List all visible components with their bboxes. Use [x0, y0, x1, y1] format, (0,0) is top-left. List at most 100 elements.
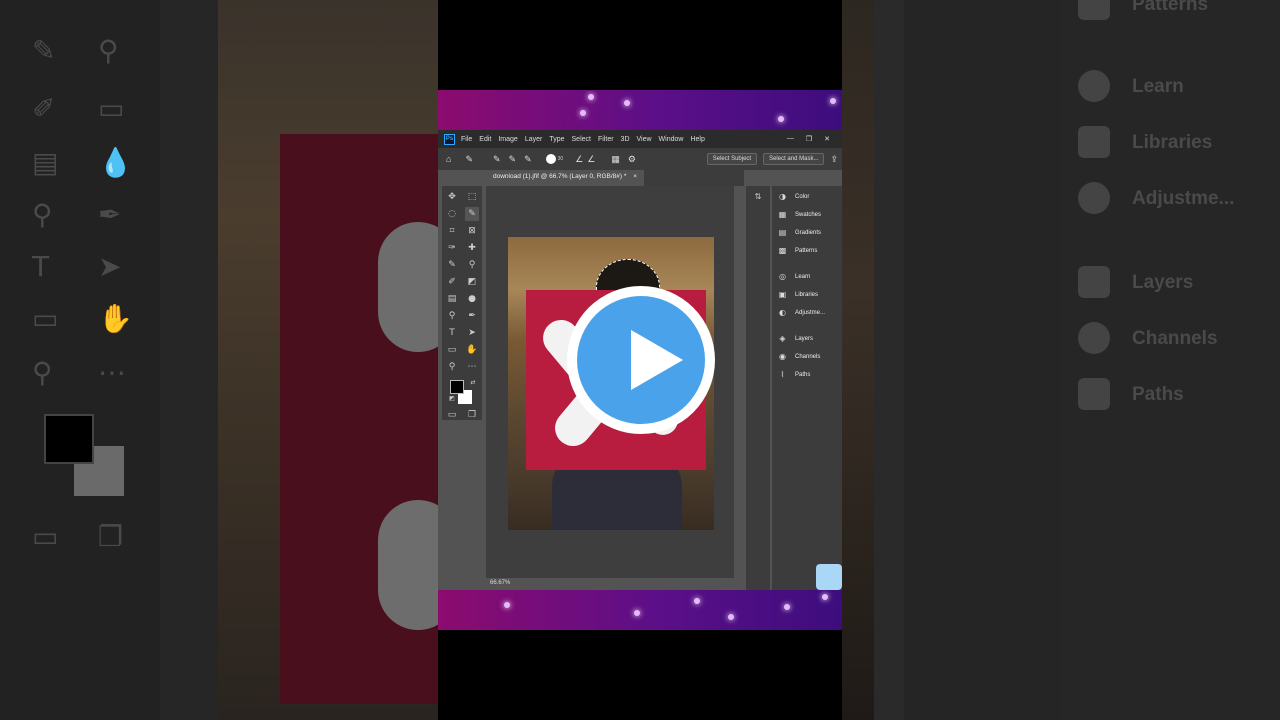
- decorative-band-bottom: [438, 590, 842, 630]
- options-bar: ⌂ ✎ ✎ ✎ ✎ 30 ∠ ∠ ▦ ⚙ Select Subject Sele…: [438, 148, 842, 170]
- adjustments-icon: ◐: [779, 308, 786, 317]
- add-selection-icon[interactable]: ✎: [509, 154, 517, 165]
- home-icon[interactable]: ⌂: [446, 154, 451, 164]
- more-tools-icon[interactable]: ⋯: [465, 360, 479, 374]
- panel-adjustments[interactable]: ◐ Adjustme...: [778, 308, 825, 317]
- quick-select-tool-icon[interactable]: ✎: [465, 207, 479, 221]
- blurred-logo-shape: [378, 222, 438, 352]
- gear-icon[interactable]: ⚙: [628, 154, 636, 165]
- panel-patterns[interactable]: ▩ Patterns: [778, 246, 818, 255]
- enhance-edge-icon[interactable]: ▦: [611, 154, 620, 165]
- panel-paths[interactable]: ⌇ Paths: [778, 370, 811, 379]
- channels-icon: [1078, 322, 1110, 354]
- stamp-icon: ⚲: [98, 34, 119, 67]
- zoom-tool-icon[interactable]: ⚲: [445, 360, 459, 374]
- menu-layer[interactable]: Layer: [525, 136, 543, 143]
- new-selection-icon[interactable]: ✎: [493, 154, 501, 165]
- menu-type[interactable]: Type: [549, 136, 564, 143]
- blurred-panels: [1060, 0, 1280, 720]
- rectangle-tool-icon[interactable]: ▭: [445, 343, 459, 357]
- clone-stamp-tool-icon[interactable]: ⚲: [465, 258, 479, 272]
- gradient-tool-icon[interactable]: ▤: [445, 292, 459, 306]
- share-icon[interactable]: ⇪: [830, 154, 838, 165]
- sample-all-icon[interactable]: ∠: [587, 154, 595, 165]
- screen-mode-icon: ❐: [98, 520, 124, 553]
- menu-image[interactable]: Image: [498, 136, 517, 143]
- minimize-button[interactable]: —: [787, 135, 794, 143]
- menu-edit[interactable]: Edit: [479, 136, 491, 143]
- menu-filter[interactable]: Filter: [598, 136, 614, 143]
- adjustments-icon: [1078, 182, 1110, 214]
- history-panel-icon[interactable]: ⇅: [751, 190, 765, 204]
- video-frame: ✎ ⚲ ✐ ▭ ▤ 💧 ⚲ ✒ T ➤ ▭ ✋ ⚲ ⋯ ▭ ❐ Patterns…: [0, 0, 1280, 720]
- menu-help[interactable]: Help: [690, 136, 704, 143]
- tools-panel: ✥ ⬚ ◌ ✎ ⌗ ⊠ ✑ ✚ ✎ ⚲ ✐ ◩ ▤ ● ⚲ ✒ T ➤ ▭ ✋ …: [442, 186, 482, 420]
- pen-tool-icon[interactable]: ✒: [465, 309, 479, 323]
- blur-panel-label: Layers: [1132, 272, 1194, 293]
- document-tab-bar: download (1).jfif @ 66.7% (Layer 0, RGB/…: [486, 170, 744, 186]
- blur-panel-label: Libraries: [1132, 132, 1213, 153]
- learn-icon: ◎: [779, 272, 786, 281]
- menu-file[interactable]: File: [461, 136, 472, 143]
- eraser-tool-icon[interactable]: ◩: [465, 275, 479, 289]
- marquee-tool-icon[interactable]: ⬚: [465, 190, 479, 204]
- menu-view[interactable]: View: [637, 136, 652, 143]
- panel-layers[interactable]: ◈ Layers: [778, 334, 813, 343]
- type-tool-icon[interactable]: T: [445, 326, 459, 340]
- brush-tool-icon[interactable]: ✎: [445, 258, 459, 272]
- screen-mode-icon[interactable]: ❐: [465, 408, 479, 422]
- select-subject-button[interactable]: Select Subject: [706, 153, 758, 165]
- play-button-circle: [577, 296, 705, 424]
- swap-colors-icon[interactable]: ⇄: [466, 376, 480, 390]
- pen-icon: ✒: [98, 198, 122, 231]
- quick-mask-icon[interactable]: ▭: [445, 408, 459, 422]
- eraser-icon: ▭: [98, 92, 125, 125]
- paths-icon: [1078, 378, 1110, 410]
- frame-tool-icon[interactable]: ⊠: [465, 224, 479, 238]
- play-icon: [631, 330, 683, 390]
- quick-select-tool-icon[interactable]: ✎: [465, 154, 473, 165]
- path-selection-tool-icon[interactable]: ➤: [465, 326, 479, 340]
- swatches-icon: ▦: [778, 210, 787, 219]
- blur-tool-icon[interactable]: ●: [465, 292, 479, 306]
- crop-tool-icon[interactable]: ⌗: [445, 224, 459, 238]
- dodge-tool-icon[interactable]: ⚲: [445, 309, 459, 323]
- hand-tool-icon[interactable]: ✋: [465, 343, 479, 357]
- panel-learn[interactable]: ◎ Learn: [778, 272, 810, 281]
- brush-preset-picker[interactable]: [545, 154, 556, 164]
- panel-color[interactable]: ◑ Color: [778, 192, 809, 201]
- default-colors-icon[interactable]: ◩: [445, 392, 459, 406]
- menu-window[interactable]: Window: [659, 136, 684, 143]
- panel-gradients[interactable]: ▤ Gradients: [778, 228, 821, 237]
- gradients-icon: ▤: [778, 228, 787, 237]
- blur-panel-label: Channels: [1132, 328, 1218, 349]
- blurred-logo-shape: [378, 500, 438, 630]
- menu-3d[interactable]: 3D: [621, 136, 630, 143]
- photoshop-logo: Ps: [444, 133, 455, 145]
- select-and-mask-button[interactable]: Select and Mask...: [763, 153, 825, 165]
- panel-libraries[interactable]: ▣ Libraries: [778, 290, 818, 299]
- patterns-icon: [1078, 0, 1110, 20]
- restore-button[interactable]: ❐: [806, 135, 812, 143]
- angle-icon[interactable]: ∠: [575, 154, 583, 165]
- eyedropper-tool-icon[interactable]: ✑: [445, 241, 459, 255]
- close-tab-icon[interactable]: ×: [633, 173, 637, 180]
- lasso-tool-icon[interactable]: ◌: [445, 207, 459, 221]
- close-button[interactable]: ✕: [824, 135, 830, 143]
- healing-tool-icon[interactable]: ✚: [465, 241, 479, 255]
- move-tool-icon[interactable]: ✥: [445, 190, 459, 204]
- document-tab[interactable]: download (1).jfif @ 66.7% (Layer 0, RGB/…: [486, 170, 645, 186]
- panel-swatches[interactable]: ▦ Swatches: [778, 210, 821, 219]
- quick-mask-icon: ▭: [32, 520, 59, 553]
- foreground-swatch-blur: [44, 414, 94, 464]
- menu-select[interactable]: Select: [572, 136, 591, 143]
- collapsed-panel-strip: ⇅: [746, 186, 770, 590]
- play-button[interactable]: [567, 286, 715, 434]
- corner-badge-icon: [816, 564, 842, 590]
- history-brush-tool-icon[interactable]: ✐: [445, 275, 459, 289]
- panel-channels[interactable]: ◉ Channels: [778, 352, 820, 361]
- layers-icon: [1078, 266, 1110, 298]
- layers-icon: ◈: [779, 334, 786, 343]
- subtract-selection-icon[interactable]: ✎: [524, 154, 532, 165]
- color-icon: ◑: [779, 192, 786, 201]
